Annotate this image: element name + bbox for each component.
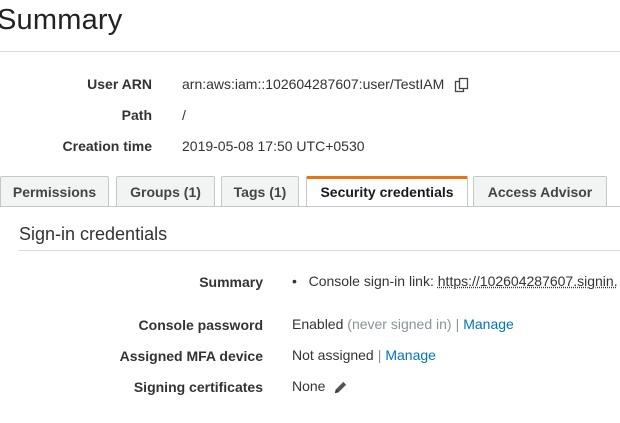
copy-icon[interactable] xyxy=(453,76,471,94)
section-divider xyxy=(19,250,620,251)
creation-time-label: Creation time xyxy=(62,138,152,154)
signing-certificates-value: None xyxy=(292,378,348,395)
user-arn-value: arn:aws:iam::102604287607:user/TestIAM xyxy=(182,76,445,92)
mfa-device-label: Assigned MFA device xyxy=(119,348,263,364)
tab-bar: Permissions Groups (1) Tags (1) Security… xyxy=(0,176,620,207)
tab-divider xyxy=(0,206,620,207)
page-title: Summary xyxy=(0,4,123,36)
console-password-value: Enabled (never signed in) | Manage xyxy=(292,316,514,332)
console-signin-link-label: Console sign-in link: xyxy=(308,273,434,289)
tab-tags[interactable]: Tags (1) xyxy=(221,176,299,206)
pencil-icon[interactable] xyxy=(333,380,348,395)
creation-time-value: 2019-05-08 17:50 UTC+0530 xyxy=(182,138,365,154)
summary-label: Summary xyxy=(199,274,263,290)
tab-access-advisor[interactable]: Access Advisor xyxy=(473,176,607,206)
user-arn-label: User ARN xyxy=(87,76,152,92)
signing-certificates-status: None xyxy=(292,378,326,394)
title-divider xyxy=(0,51,620,52)
tab-security-credentials[interactable]: Security credentials xyxy=(306,176,468,207)
signing-certificates-label: Signing certificates xyxy=(133,379,263,395)
bullet: • xyxy=(292,273,297,289)
console-password-status: Enabled xyxy=(292,316,344,332)
console-password-label: Console password xyxy=(138,317,263,333)
console-password-note: (never signed in) xyxy=(347,316,452,332)
console-signin-link[interactable]: https://102604287607.signin. xyxy=(438,273,618,289)
section-title-signin-credentials: Sign-in credentials xyxy=(19,224,168,244)
separator: | xyxy=(455,316,460,332)
manage-mfa-link[interactable]: Manage xyxy=(385,347,436,363)
path-label: Path xyxy=(121,107,152,123)
summary-value: • Console sign-in link: https://10260428… xyxy=(292,273,618,289)
separator: | xyxy=(377,347,382,363)
mfa-device-value: Not assigned | Manage xyxy=(292,347,436,363)
manage-password-link[interactable]: Manage xyxy=(463,316,514,332)
mfa-status: Not assigned xyxy=(292,347,374,363)
path-value: / xyxy=(182,107,186,123)
tab-groups[interactable]: Groups (1) xyxy=(116,176,215,206)
tab-permissions[interactable]: Permissions xyxy=(0,176,109,206)
